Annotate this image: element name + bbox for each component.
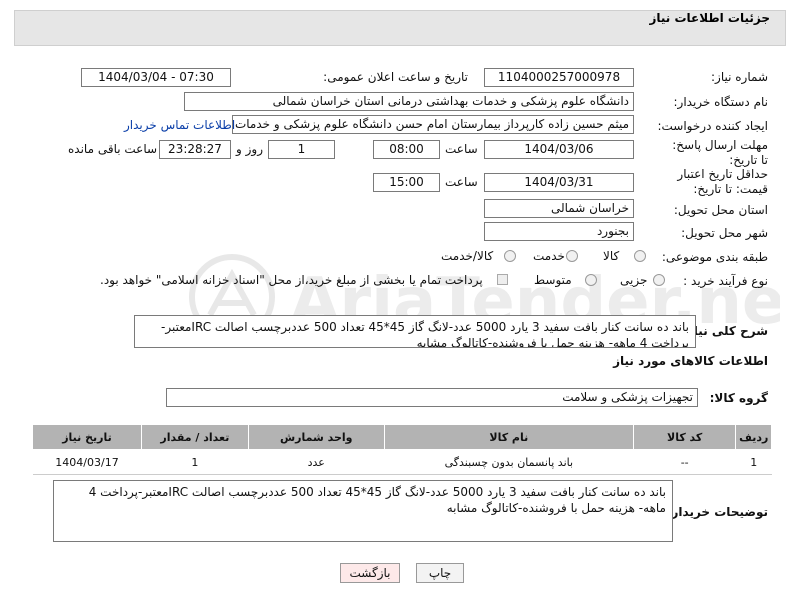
payment-note: پرداخت تمام یا بخشی از مبلغ خرید،از محل … bbox=[100, 273, 483, 287]
col-qty-header: تعداد / مقدار bbox=[141, 424, 249, 450]
deadline-time-label: ساعت bbox=[445, 142, 478, 156]
buyer-notes-label: توضیحات خریدار: bbox=[666, 505, 768, 519]
remaining-time-field[interactable]: 23:28:27 bbox=[159, 140, 231, 159]
page-title: جزئیات اطلاعات نیاز bbox=[649, 11, 770, 25]
announce-field[interactable]: 1404/03/04 - 07:30 bbox=[81, 68, 231, 87]
goods-group-label: گروه کالا: bbox=[709, 391, 768, 405]
cell-unit: عدد bbox=[248, 449, 385, 475]
validity-date-field[interactable]: 1404/03/31 bbox=[484, 173, 634, 192]
category-radio-service[interactable] bbox=[566, 250, 578, 262]
process-radio-minor[interactable] bbox=[653, 274, 665, 286]
cell-qty: 1 bbox=[141, 449, 249, 475]
validity-time-field[interactable]: 15:00 bbox=[373, 173, 440, 192]
category-option-goods: کالا bbox=[603, 249, 620, 263]
city-field[interactable]: بجنورد bbox=[484, 222, 634, 241]
buyer-notes-textarea[interactable]: باند ده سانت کنار بافت سفید 3 یارد 5000 … bbox=[53, 480, 673, 542]
buyer-org-label: نام دستگاه خریدار: bbox=[673, 95, 769, 109]
process-option-medium: متوسط bbox=[534, 273, 572, 287]
remaining-label: ساعت باقی مانده bbox=[68, 142, 158, 156]
need-number-label: شماره نیاز: bbox=[711, 70, 768, 84]
cell-code: -- bbox=[633, 449, 736, 475]
days-label: روز و bbox=[236, 142, 263, 156]
process-option-minor: جزیی bbox=[620, 273, 648, 287]
print-button[interactable]: چاپ bbox=[416, 563, 464, 583]
col-code-header: کد کالا bbox=[632, 424, 737, 450]
process-radio-medium[interactable] bbox=[585, 274, 597, 286]
announce-label: تاریخ و ساعت اعلان عمومی: bbox=[323, 70, 468, 84]
cell-date: 1404/03/17 bbox=[32, 449, 142, 475]
items-table: ردیف کد کالا نام کالا واحد شمارش تعداد /… bbox=[32, 424, 772, 475]
creator-label: ایجاد کننده درخواست: bbox=[657, 119, 768, 133]
need-number-field[interactable]: 1104000257000978 bbox=[484, 68, 634, 87]
goods-section-title: اطلاعات کالاهای مورد نیاز bbox=[613, 354, 768, 368]
category-label: طبقه بندی موضوعی: bbox=[661, 250, 768, 264]
buyer-org-field[interactable]: دانشگاه علوم پزشکی و خدمات بهداشتی درمان… bbox=[184, 92, 634, 111]
validity-time-label: ساعت bbox=[445, 175, 478, 189]
validity-label: حداقل تاریخ اعتبار قیمت: تا تاریخ: bbox=[677, 167, 768, 196]
cell-name: باند پانسمان بدون چسبندگی bbox=[384, 449, 634, 475]
description-textarea[interactable]: باند ده سانت کنار بافت سفید 3 یارد 5000 … bbox=[134, 315, 696, 348]
table-header-row: ردیف کد کالا نام کالا واحد شمارش تعداد /… bbox=[32, 424, 772, 450]
city-label: شهر محل تحویل: bbox=[681, 226, 768, 240]
days-field[interactable]: 1 bbox=[268, 140, 335, 159]
goods-group-field[interactable]: تجهیزات پزشکی و سلامت bbox=[166, 388, 698, 407]
col-row-header: ردیف bbox=[735, 424, 772, 450]
category-radio-goods[interactable] bbox=[634, 250, 646, 262]
process-label: نوع فرآیند خرید : bbox=[683, 274, 768, 288]
back-button[interactable]: بازگشت bbox=[340, 563, 400, 583]
category-option-service: خدمت bbox=[533, 249, 565, 263]
category-radio-both[interactable] bbox=[504, 250, 516, 262]
buyer-contact-link[interactable]: اطلاعات تماس خریدار bbox=[124, 118, 235, 132]
cell-row: 1 bbox=[735, 449, 772, 475]
col-name-header: نام کالا bbox=[383, 424, 634, 450]
payment-checkbox[interactable] bbox=[497, 274, 508, 285]
province-field[interactable]: خراسان شمالی bbox=[484, 199, 634, 218]
deadline-time-field[interactable]: 08:00 bbox=[373, 140, 440, 159]
deadline-date-field[interactable]: 1404/03/06 bbox=[484, 140, 634, 159]
creator-field[interactable]: میثم حسین زاده کارپرداز بیمارستان امام ح… bbox=[232, 115, 634, 134]
col-unit-header: واحد شمارش bbox=[247, 424, 385, 450]
province-label: استان محل تحویل: bbox=[673, 203, 768, 217]
deadline-label: مهلت ارسال پاسخ: تا تاریخ: bbox=[672, 138, 768, 167]
col-date-header: تاریخ نیاز bbox=[32, 424, 142, 450]
table-row[interactable]: 1 -- باند پانسمان بدون چسبندگی عدد 1 140… bbox=[32, 449, 772, 475]
category-option-both: کالا/خدمت bbox=[441, 249, 494, 263]
